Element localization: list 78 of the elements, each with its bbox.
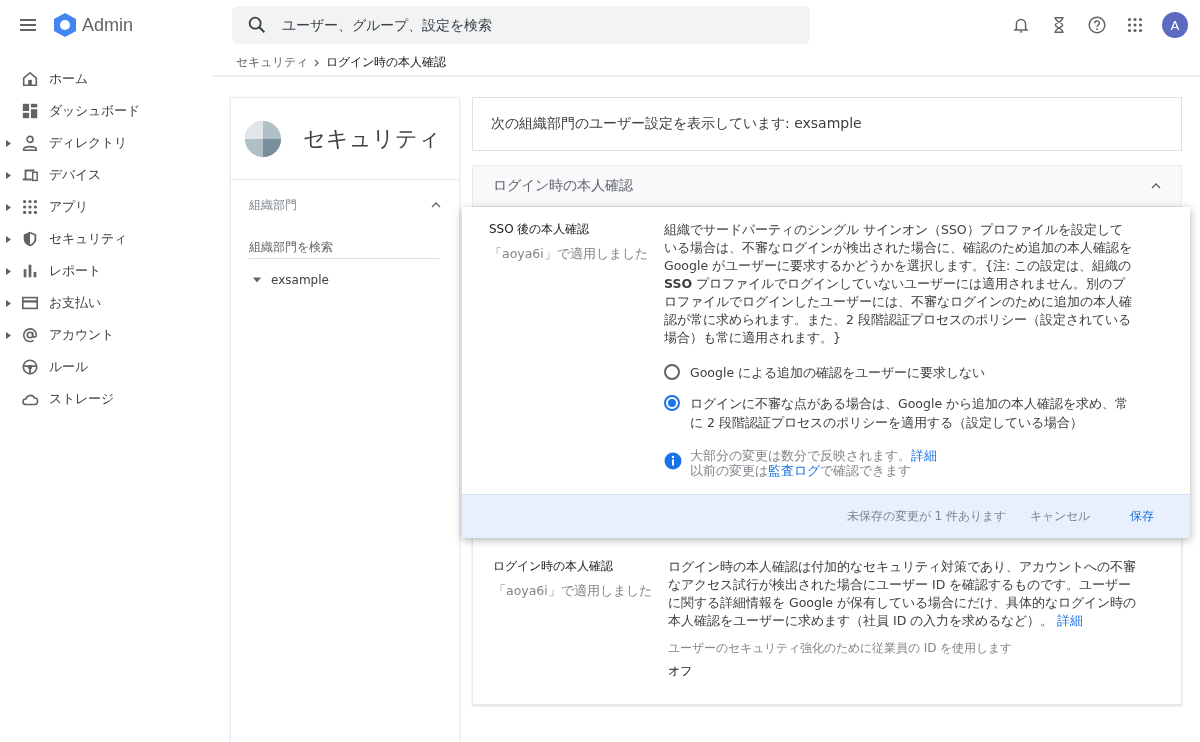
expand-arrow-icon[interactable] — [6, 331, 11, 339]
applied-note: 「aoya6i」で適用しました — [489, 246, 649, 263]
nav-icon — [21, 262, 39, 280]
search-bar[interactable]: ユーザー、グループ、設定を検索 — [232, 6, 810, 44]
breadcrumb-link[interactable]: セキュリティ — [236, 54, 308, 71]
tree-toggle-icon[interactable] — [253, 277, 261, 283]
radio-button[interactable] — [664, 364, 680, 380]
unsaved-message: 未保存の変更が 1 件あります — [846, 508, 1006, 525]
app-name: Admin — [82, 14, 134, 36]
help-icon[interactable] — [1086, 14, 1108, 36]
chevron-right-icon — [314, 58, 320, 67]
setting-description: 組織でサードパーティのシングル サインオン（SSO）プロファイルを設定している場合は、不審なログインが検出された場合に、確認のため追加の本人確認を Google がユーザーに要求するかどうかを選択します。{注: この設定は、組織の SSO プロファイルでログインしていないユーザーには適用されません。別のプロファイルでログインしたユーザーには、不審なログインのために追加の本人確認が常に求められます。また、2 段階認証プロセスのポリシー（設定されている場合）も常に適用されます。} — [664, 221, 1133, 347]
nav-icon — [21, 230, 39, 248]
panel-title: セキュリティ — [303, 124, 441, 153]
setting-title: SSO 後の本人確認 — [489, 221, 591, 238]
sidebar-item[interactable]: お支払い — [0, 287, 212, 319]
sidebar-item[interactable]: ダッシュボード — [0, 95, 212, 127]
link[interactable]: 監査ログ — [768, 463, 820, 478]
info-text: 以前の変更は監査ログで確認できます — [690, 463, 912, 478]
nav-icon — [21, 294, 39, 312]
setting-title: ログイン時の本人確認 — [493, 558, 614, 575]
sidebar-label: ルール — [49, 358, 88, 376]
expand-arrow-icon[interactable] — [6, 171, 11, 179]
sidebar-label: アカウント — [49, 326, 114, 344]
section-label: 組織部門 — [249, 196, 297, 214]
section-header[interactable]: ログイン時の本人確認 — [472, 165, 1182, 207]
nav-icon — [21, 70, 39, 88]
sidebar-item[interactable]: ルール — [0, 351, 212, 383]
scope-notice: 次の組織部門のユーザー設定を表示しています: exsample — [472, 97, 1182, 151]
search-icon — [246, 14, 268, 36]
sidebar-item[interactable]: アプリ — [0, 191, 212, 223]
expand-arrow-icon[interactable] — [6, 299, 11, 307]
sidebar-label: セキュリティ — [49, 230, 127, 248]
value-label: ユーザーのセキュリティ強化のために従業員の ID を使用します — [668, 640, 1014, 657]
collapse-icon[interactable] — [431, 202, 441, 208]
sidebar-label: ストレージ — [49, 390, 114, 408]
sidebar-item[interactable]: セキュリティ — [0, 223, 212, 255]
applied-note: 「aoya6i」で適用しました — [493, 583, 653, 600]
radio-button[interactable] — [664, 395, 680, 411]
sidebar-label: アプリ — [49, 198, 88, 216]
sidebar-item[interactable]: ストレージ — [0, 383, 212, 415]
org-unit-item[interactable]: exsample — [231, 259, 459, 287]
search-field[interactable]: ユーザー、グループ、設定を検索 — [280, 16, 796, 34]
expand-arrow-icon[interactable] — [6, 203, 11, 211]
sidebar-label: ディレクトリ — [49, 134, 127, 152]
save-button[interactable]: 保存 — [1122, 502, 1162, 531]
nav-icon — [21, 102, 39, 120]
sidebar-label: レポート — [49, 262, 101, 280]
org-unit-label: exsample — [271, 273, 329, 287]
sidebar-item[interactable]: ディレクトリ — [0, 127, 212, 159]
sidebar-label: ダッシュボード — [49, 102, 140, 120]
setting-description: ログイン時の本人確認は付加的なセキュリティ対策であり、アカウントへの不審なアクセス試行が検出された場合にユーザー ID を確認するものです。ユーザーに関する詳細情報を Google が保有している場合にだけ、具体的なログイン時の本人確認をユーザーに求めます（社員 ID の入力を求めるなど）。 詳細 — [668, 558, 1138, 630]
sidebar-label: ホーム — [49, 70, 88, 88]
collapse-icon[interactable] — [1151, 183, 1161, 189]
nav-icon — [21, 134, 39, 152]
link[interactable]: 詳細 — [911, 448, 937, 463]
breadcrumb-current: ログイン時の本人確認 — [326, 54, 446, 71]
sidebar-label: デバイス — [49, 166, 101, 184]
nav-icon — [21, 358, 39, 376]
sidebar-item[interactable]: アカウント — [0, 319, 212, 351]
sidebar-item[interactable]: デバイス — [0, 159, 212, 191]
expand-arrow-icon[interactable] — [6, 235, 11, 243]
nav-icon — [21, 198, 39, 216]
sidebar-item[interactable]: ホーム — [0, 63, 212, 95]
radio-option[interactable]: Google による追加の確認をユーザーに要求しない — [664, 363, 1134, 382]
section-title: ログイン時の本人確認 — [493, 177, 633, 195]
expand-arrow-icon[interactable] — [6, 139, 11, 147]
link[interactable]: 詳細 — [1057, 613, 1084, 628]
option-label: Google による追加の確認をユーザーに要求しない — [690, 364, 986, 382]
sidebar-label: お支払い — [49, 294, 101, 312]
nav-icon — [21, 326, 39, 344]
info-icon — [664, 452, 682, 470]
sidebar-item[interactable]: レポート — [0, 255, 212, 287]
setting-value: オフ — [668, 663, 693, 680]
info-text: 大部分の変更は数分で反映されます。詳細 — [690, 448, 937, 463]
expand-arrow-icon[interactable] — [6, 267, 11, 275]
avatar[interactable]: A — [1162, 12, 1188, 38]
hexagon-logo-icon — [52, 12, 78, 38]
